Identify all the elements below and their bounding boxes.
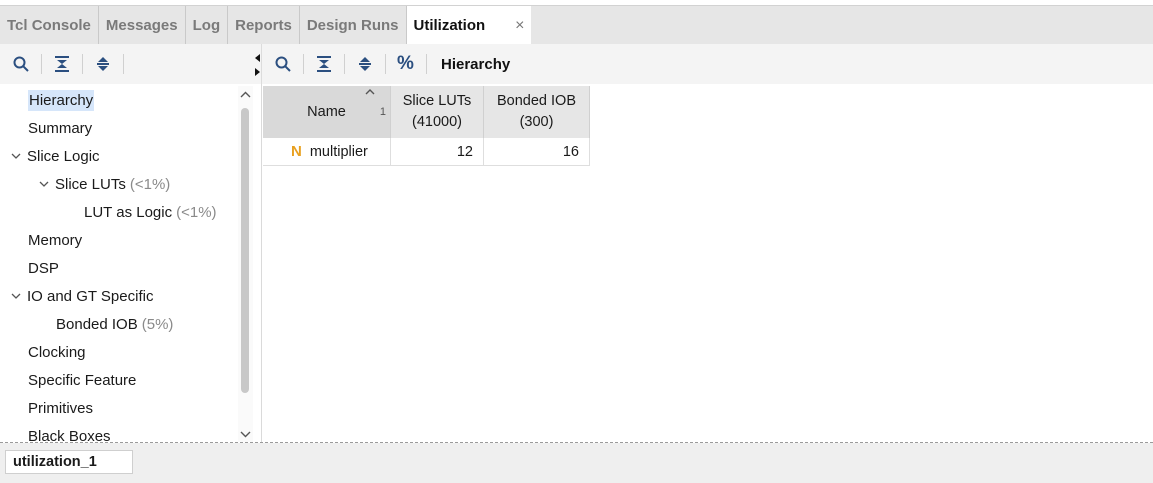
utilization-window: Tcl Console Messages Log Reports Design … — [0, 0, 1153, 483]
row-name: multiplier — [309, 143, 368, 160]
sort-order-index: 1 — [379, 106, 386, 118]
scrollbar-thumb[interactable] — [241, 108, 249, 393]
chevron-down-icon[interactable] — [38, 178, 50, 190]
tree-item-black-boxes[interactable]: Black Boxes — [28, 422, 111, 443]
sort-ascending-icon — [365, 89, 375, 95]
tree-item-summary[interactable]: Summary — [28, 114, 92, 142]
tab-label: Tcl Console — [7, 17, 91, 34]
tab-label: Messages — [105, 17, 178, 34]
report-tab-utilization-1[interactable]: utilization_1 — [5, 450, 133, 474]
close-tab-icon[interactable]: × — [515, 17, 524, 35]
tree-item-slice-logic[interactable]: Slice Logic — [10, 142, 100, 170]
collapse-all-icon[interactable] — [303, 44, 344, 84]
column-header-name[interactable]: Name 1 — [263, 86, 391, 138]
column-header-slice-luts[interactable]: Slice LUTs (41000) — [391, 86, 484, 138]
tree-item-label: Clocking — [28, 343, 86, 361]
row-slice-luts-value[interactable]: 12 — [391, 138, 484, 166]
tree-item-label: DSP — [28, 259, 59, 277]
search-icon[interactable] — [0, 44, 41, 84]
cell-value: 12 — [456, 143, 473, 160]
tree-item-percent: (<1%) — [176, 203, 217, 221]
report-tab-bar: utilization_1 — [0, 443, 1153, 483]
column-header-capacity: (41000) — [412, 114, 462, 130]
tab-bar: Tcl Console Messages Log Reports Design … — [0, 5, 1153, 45]
cell-value: 16 — [562, 143, 579, 160]
tree-item-label: Primitives — [28, 399, 94, 417]
tab-tcl-console[interactable]: Tcl Console — [0, 6, 99, 45]
toolbar-divider — [123, 44, 164, 84]
tab-label: Log — [192, 17, 221, 34]
tree-item-label: Summary — [28, 119, 93, 137]
column-header-bonded-iob[interactable]: Bonded IOB (300) — [484, 86, 590, 138]
tab-design-runs[interactable]: Design Runs — [300, 6, 407, 45]
tree-item-label: Specific Feature — [28, 371, 137, 389]
tree-item-hierarchy[interactable]: Hierarchy — [28, 86, 95, 114]
collapse-all-icon[interactable] — [41, 44, 82, 84]
column-header-label: Name — [307, 103, 346, 120]
tree-item-clocking[interactable]: Clocking — [28, 338, 86, 366]
tree-item-percent: (<1%) — [129, 175, 171, 193]
tab-reports[interactable]: Reports — [228, 6, 300, 45]
tree-item-lut-as-logic[interactable]: LUT as Logic (<1%) — [84, 198, 217, 226]
tree-toolbar — [0, 44, 262, 84]
expand-all-icon[interactable] — [344, 44, 385, 84]
tab-messages[interactable]: Messages — [99, 6, 186, 45]
tree-item-label: Slice Logic — [27, 147, 100, 165]
tree-item-specific-feature[interactable]: Specific Feature — [28, 366, 136, 394]
table-toolbar: % Hierarchy — [262, 44, 1153, 84]
tree-item-bonded-iob[interactable]: Bonded IOB (5%) — [56, 310, 173, 338]
percent-icon[interactable]: % — [385, 44, 426, 84]
row-bonded-iob-value[interactable]: 16 — [484, 138, 590, 166]
column-header-capacity: (300) — [519, 114, 554, 130]
column-header-text: Bonded IOB (300) — [497, 91, 576, 133]
tab-label: Reports — [235, 17, 292, 34]
search-icon[interactable] — [262, 44, 303, 84]
tab-utilization[interactable]: Utilization × — [406, 6, 531, 45]
tab-log[interactable]: Log — [186, 6, 229, 45]
splitter-collapse-handle[interactable] — [253, 54, 261, 76]
toolbar-divider — [426, 54, 427, 74]
tree-item-label: Bonded IOB — [56, 315, 138, 333]
tree-item-percent: (5%) — [141, 315, 174, 333]
tree-item-dsp[interactable]: DSP — [28, 254, 59, 282]
percent-glyph: % — [397, 53, 414, 74]
tree-item-label: LUT as Logic — [84, 203, 173, 221]
tree-scrollbar[interactable] — [238, 86, 253, 442]
tree-item-label: IO and GT Specific — [27, 287, 154, 305]
tree-item-label: Slice LUTs — [55, 175, 126, 193]
tree-item-primitives[interactable]: Primitives — [28, 394, 93, 422]
view-title: Hierarchy — [441, 55, 511, 73]
tab-label: Design Runs — [306, 17, 399, 34]
tree-item-label: Memory — [28, 231, 83, 249]
arrow-right-icon — [254, 68, 260, 76]
arrow-left-icon — [254, 54, 260, 62]
table-row[interactable]: N multiplier — [263, 138, 391, 166]
expand-all-icon[interactable] — [82, 44, 123, 84]
chevron-down-icon[interactable] — [10, 290, 22, 302]
tree-item-memory[interactable]: Memory — [28, 226, 82, 254]
tree-item-slice-luts[interactable]: Slice LUTs (<1%) — [38, 170, 170, 198]
utilization-tree: Hierarchy Summary Slice Logic Slice LUTs… — [0, 86, 238, 442]
column-header-label: Slice LUTs — [402, 93, 472, 109]
tree-item-label: Black Boxes — [28, 427, 111, 443]
column-header-label: Bonded IOB — [497, 93, 576, 109]
tree-item-label: Hierarchy — [28, 89, 95, 111]
tab-label: Utilization — [413, 17, 486, 34]
column-header-text: Slice LUTs (41000) — [403, 91, 472, 133]
panel-splitter[interactable] — [261, 84, 262, 442]
tree-item-io-and-gt-specific[interactable]: IO and GT Specific — [10, 282, 153, 310]
scroll-up-icon[interactable] — [239, 89, 252, 101]
chevron-down-icon[interactable] — [10, 150, 22, 162]
scroll-down-icon[interactable] — [239, 428, 252, 440]
report-tab-label: utilization_1 — [13, 454, 97, 470]
netlist-instance-icon: N — [291, 143, 302, 160]
